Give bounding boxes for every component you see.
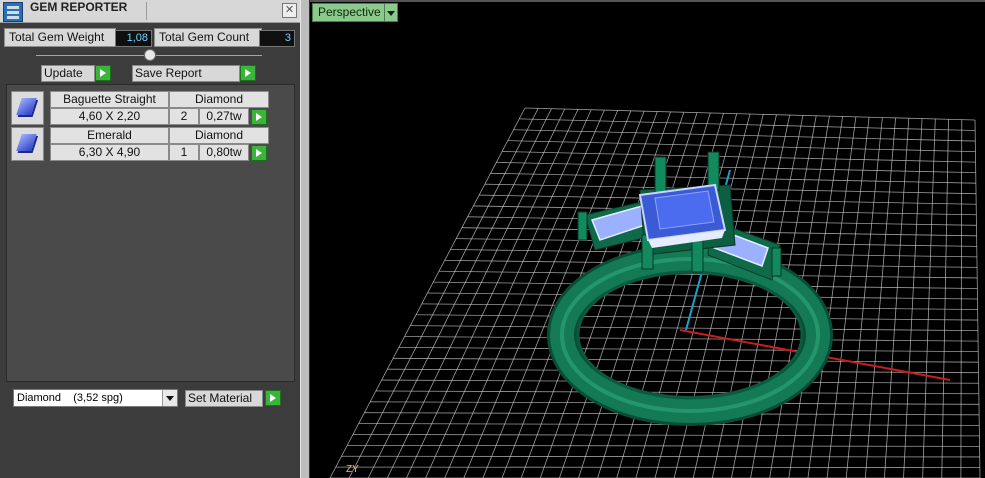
gem-icon — [11, 127, 44, 161]
chevron-down-icon[interactable] — [384, 3, 398, 22]
update-button[interactable]: Update — [41, 65, 95, 82]
grid-line — [404, 336, 979, 342]
gem-go-icon[interactable] — [251, 145, 267, 161]
gem-shape: Emerald — [50, 127, 169, 144]
viewport-scene — [329, 107, 981, 478]
grid-line — [347, 444, 980, 447]
gem-quantity: 2 — [169, 108, 199, 125]
close-icon[interactable]: ✕ — [282, 3, 297, 18]
gem-shape: Baguette Straight — [50, 91, 169, 108]
gem-icon — [11, 91, 44, 125]
update-go-icon[interactable] — [95, 65, 111, 81]
grid-line — [502, 151, 976, 163]
save-report-button[interactable]: Save Report — [132, 65, 240, 82]
gem-go-icon[interactable] — [251, 109, 267, 125]
grid-line — [410, 325, 978, 331]
total-gem-count-label: Total Gem Count — [154, 28, 262, 47]
gem-size: 4,60 X 2,20 — [50, 108, 169, 125]
grid-line — [341, 455, 980, 458]
axis-indicator: ZY — [346, 464, 359, 475]
gem-size: 6,30 X 4,90 — [50, 144, 169, 161]
gem-list: Baguette Straight Diamond 4,60 X 2,20 2 … — [6, 84, 295, 382]
grid-line — [496, 162, 976, 174]
gem-weight: 0,80tw — [199, 144, 249, 161]
gem-reporter-app-icon — [3, 2, 23, 22]
gem-quantity: 1 — [169, 144, 199, 161]
grid-line — [416, 314, 978, 321]
grid-line — [524, 107, 976, 121]
3d-viewport[interactable]: Perspective ZY — [309, 0, 985, 478]
slider-handle[interactable] — [144, 49, 156, 61]
window-title: GEM REPORTER — [30, 0, 128, 14]
save-report-go-icon[interactable] — [240, 65, 256, 81]
grid-line — [519, 118, 976, 131]
gem-material: Diamond — [169, 127, 269, 144]
gem-row-baguette[interactable]: Baguette Straight Diamond 4,60 X 2,20 2 … — [11, 91, 273, 125]
total-gem-weight-label: Total Gem Weight — [4, 28, 116, 47]
title-bar: GEM REPORTER ✕ — [0, 0, 300, 23]
grid-line — [433, 281, 978, 289]
material-select[interactable]: Diamond (3,52 spg) — [13, 389, 178, 407]
gem-reporter-panel: GEM REPORTER ✕ Total Gem Weight 1,08 Tot… — [0, 0, 300, 478]
gem-material: Diamond — [169, 91, 269, 108]
viewport-mode-tab[interactable]: Perspective — [312, 3, 387, 22]
set-material-button[interactable]: Set Material — [185, 390, 263, 407]
set-material-go-icon[interactable] — [265, 390, 281, 406]
grid-line — [421, 303, 978, 310]
grid-line — [490, 172, 976, 184]
gem-weight: 0,27tw — [199, 108, 249, 125]
grid-line — [427, 292, 978, 300]
title-separator — [146, 2, 147, 20]
grid-line — [507, 140, 976, 152]
total-gem-count-value: 3 — [259, 30, 295, 47]
gem-row-emerald[interactable]: Emerald Diamond 6,30 X 4,90 1 0,80tw — [11, 127, 273, 161]
grid-line — [513, 129, 976, 142]
chevron-down-icon[interactable] — [162, 390, 177, 406]
total-gem-weight-value: 1,08 — [115, 30, 152, 47]
material-select-value: Diamond (3,52 spg) — [17, 392, 123, 404]
